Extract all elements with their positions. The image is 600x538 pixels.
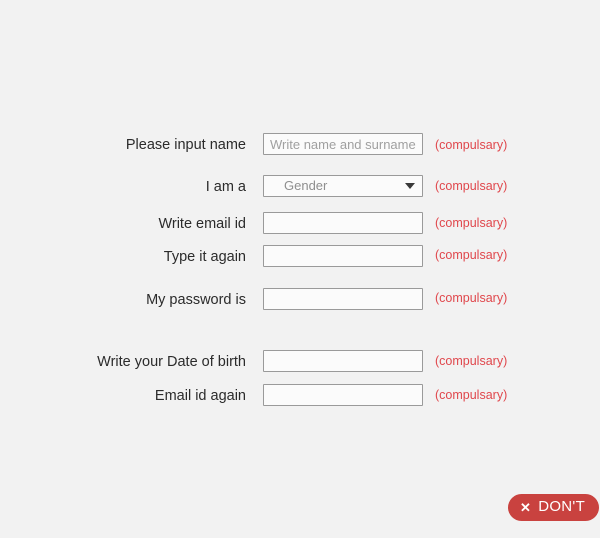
field-label: Type it again [163, 249, 246, 265]
field-label: Email id again [154, 388, 246, 404]
registration-form: Please input name (compulsary) I am a Gende… [0, 0, 600, 538]
gender-select-value: Gender [284, 178, 328, 193]
field-label: I am a [205, 179, 246, 195]
text-input[interactable] [263, 288, 423, 310]
field-label: Write your Date of birth [97, 354, 246, 370]
field-label: Please input name [125, 137, 246, 153]
field-wrapper: Gender [263, 175, 423, 197]
text-input[interactable] [263, 212, 423, 234]
form-row: I am a Gender [0, 175, 600, 199]
form-row: Type it again [0, 245, 600, 269]
field-wrapper [263, 212, 423, 234]
compulsary-hint: (compulsary) [435, 291, 508, 305]
field-label: Write email id [158, 216, 246, 232]
compulsary-hint: (compulsary) [435, 216, 508, 230]
field-wrapper [263, 245, 423, 267]
compulsary-hint: (compulsary) [435, 354, 508, 368]
form-row: Write email id [0, 212, 600, 236]
compulsary-hint: (compulsary) [435, 138, 508, 152]
dont-button[interactable]: ✕ DON'T [508, 494, 600, 521]
field-wrapper [263, 133, 423, 155]
chevron-down-icon [405, 183, 415, 189]
form-row: Email id again [0, 384, 600, 408]
form-row: Write your Date of birth [0, 350, 600, 374]
form-row: Please input name [0, 133, 600, 157]
text-input[interactable] [263, 350, 423, 372]
text-input[interactable] [263, 384, 423, 406]
field-wrapper [263, 384, 423, 406]
gender-select[interactable]: Gender [263, 175, 423, 197]
compulsary-hint: (compulsary) [435, 179, 508, 193]
field-wrapper [263, 288, 423, 310]
compulsary-hint: (compulsary) [435, 248, 508, 262]
dont-button-label: DON'T [538, 498, 586, 515]
text-input[interactable] [263, 245, 423, 267]
form-row: My password is [0, 288, 600, 312]
text-input[interactable] [263, 133, 423, 155]
field-label: My password is [146, 292, 246, 308]
compulsary-hint: (compulsary) [435, 388, 508, 402]
close-x-icon: ✕ [520, 500, 532, 515]
field-wrapper [263, 350, 423, 372]
